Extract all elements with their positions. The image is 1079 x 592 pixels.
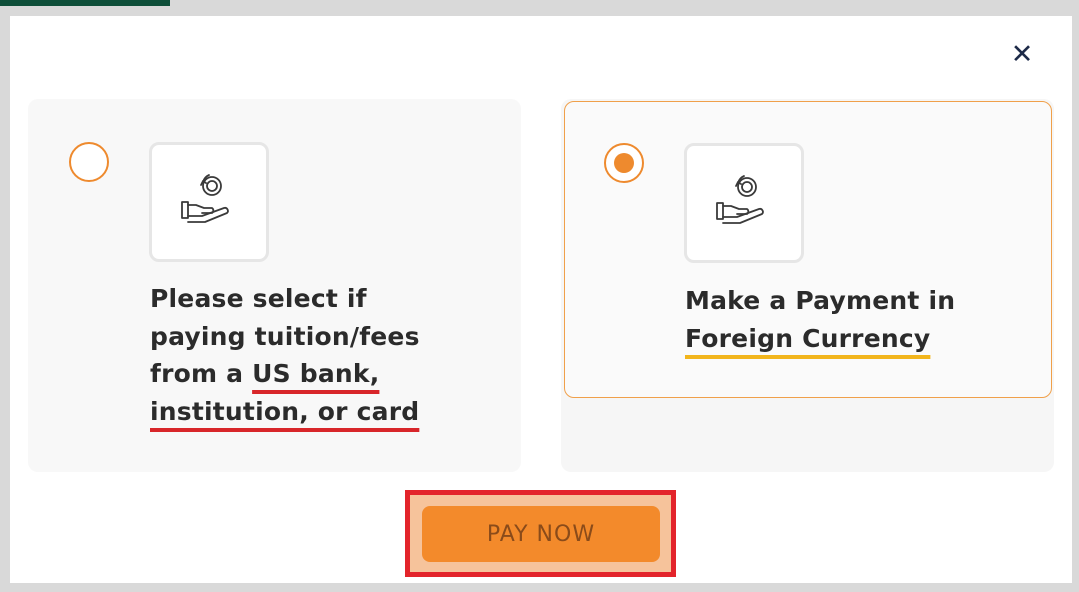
option-line-prefix: from a [150,359,253,388]
option-line: Please select if [150,284,367,313]
option-line: institution, or card [150,393,480,431]
icon-tile-foreign-currency [684,143,804,263]
icon-tile-us-bank [149,142,269,262]
page: ✕ Please select if paying tuition/fees f… [0,0,1079,592]
hand-coin-refresh-icon [181,174,229,223]
option-line: from a US bank, [150,355,480,393]
hand-coin-refresh-icon [716,175,764,224]
underlined-institution-card: institution, or card [150,396,420,426]
radio-foreign-currency[interactable] [604,143,644,183]
option-line: Foreign Currency [685,320,1025,358]
option-text-us-bank: Please select if paying tuition/fees fro… [150,280,480,430]
radio-selected-dot [614,153,634,173]
option-line: paying tuition/fees [150,321,420,351]
option-text-foreign-currency: Make a Payment in Foreign Currency [685,282,1025,357]
option-line: Make a Payment in [685,286,956,315]
close-icon: ✕ [1010,38,1034,70]
radio-us-bank[interactable] [69,142,109,182]
close-button[interactable]: ✕ [1002,34,1042,74]
pay-now-button[interactable]: PAY NOW [422,506,660,562]
underlined-foreign-currency: Foreign Currency [685,323,931,353]
underlined-us-bank: US bank, [252,359,380,388]
header-accent-strip [0,0,170,6]
